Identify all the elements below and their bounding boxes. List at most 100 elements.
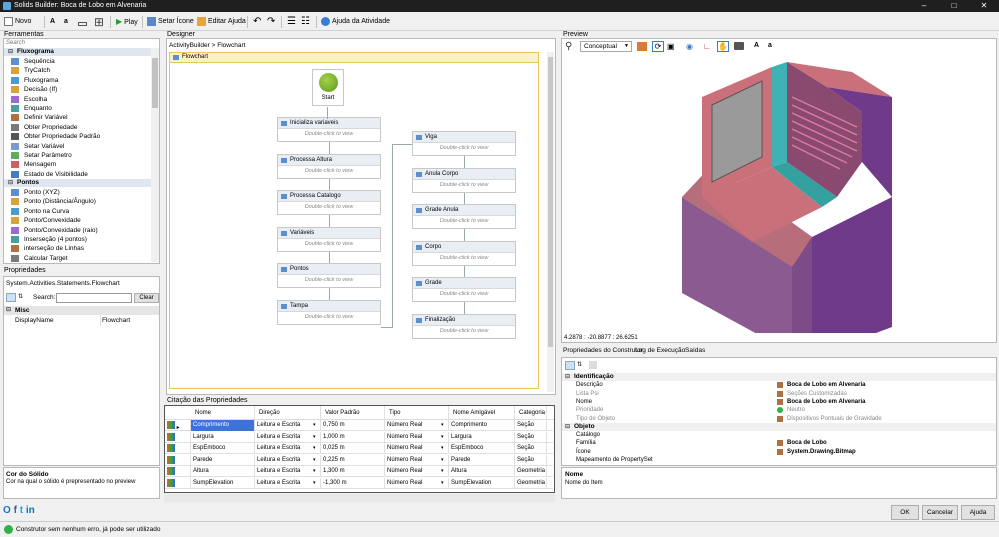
table-row[interactable]: EspEmboco Leitura e Escrita ▾ 0,025 m Número… [165,443,553,455]
table-cell[interactable]: Seção [515,431,547,443]
visual-style-select[interactable]: Conceptual ▼ [580,41,632,52]
ajuda-atividade-button[interactable]: Ajuda da Atividade [321,15,390,29]
breadcrumb-activitybuilder[interactable]: ActivityBuilder [169,42,210,49]
view-cube-icon[interactable]: ▣ [667,42,675,51]
dropdown-arrow-icon[interactable]: ▾ [313,466,316,477]
table-cell[interactable]: Leitura e Escrita [255,431,321,443]
zoom-icon[interactable]: ⚲ [565,41,572,52]
table-row[interactable]: ▸ Comprimento Leitura e Escrita ▾ 0,750 m Núm… [165,420,553,431]
property-row[interactable]: Nome Boca de Lobo em Alvenaria [562,398,996,406]
table-cell[interactable]: Número Real [385,431,449,443]
flowchart-activity[interactable]: Tampa Double-click to view [277,299,381,325]
grid-horizontal-scrollbar[interactable] [164,494,555,502]
toolbox-item[interactable]: Ponto/Convexidade [11,216,81,225]
start-node[interactable]: Start [312,69,344,106]
novo-button[interactable]: Novo [4,15,31,29]
property-pages-icon[interactable] [589,361,597,369]
property-category[interactable]: ⊟ Identificação [562,373,996,381]
designer-scrollbar[interactable] [547,52,554,392]
maximize-icon[interactable]: □ [939,0,969,12]
table-cell[interactable]: Comprimento [191,420,255,431]
toolbox-item[interactable]: Mensagem [11,160,56,169]
flowchart-activity[interactable]: Viga Double-click to view [412,131,516,156]
flowchart-canvas[interactable]: Flowchart Start Inicializa variaveis Doub… [169,52,539,389]
undo-icon[interactable]: ↶ [253,15,261,29]
pan-hand-icon[interactable]: ✋ [717,41,729,52]
column-header[interactable]: Valor Padrão [321,406,385,420]
linkedin-icon[interactable]: in [26,505,35,516]
orkut-icon[interactable]: O [3,505,11,516]
column-header[interactable]: Tipo [385,406,449,420]
setar-icone-button[interactable]: Setar Ícone [147,15,194,29]
cancelar-button[interactable]: Cancelar [922,505,958,520]
table-row[interactable]: Parede Leitura e Escrita ▾ 0,225 m Número Re… [165,454,553,466]
toolbox-item[interactable]: Setar Parâmetro [11,151,72,160]
font-small-button[interactable]: a [64,15,68,29]
toolbox-item[interactable]: interseção de Linhas [11,244,84,253]
table-cell[interactable]: Largura [191,431,255,443]
property-row[interactable]: Descrição Boca de Lobo em Alvenaria [562,381,996,389]
table-cell[interactable]: Leitura e Escrita [255,454,321,466]
close-icon[interactable]: ✕ [969,0,999,12]
toolbox-item[interactable]: Estado de Visibilidade [11,170,88,179]
property-row[interactable]: Tipo de Objeto Dispositivos Pontuais de G… [562,415,996,423]
displayname-value[interactable]: Flowchart [102,317,130,324]
table-cell[interactable]: Número Real [385,443,449,455]
dropdown-arrow-icon[interactable]: ▾ [441,466,444,477]
flowchart-activity[interactable]: Pontos Double-click to view [277,263,381,288]
toolbox-item[interactable]: Inserseção (4 pontos) [11,235,87,244]
minimize-icon[interactable]: – [909,0,939,12]
property-category[interactable]: ⊟ Objeto [562,422,996,431]
font-bold-button[interactable]: A [754,42,759,49]
collapse-icon[interactable] [78,15,89,29]
column-header[interactable]: Direção [255,406,321,420]
table-cell[interactable]: EspEmboco [449,443,515,455]
toolbox-item[interactable]: TryCatch [11,66,50,75]
paint-icon[interactable] [637,42,647,51]
table-cell[interactable]: Número Real [385,478,449,489]
toolbox-item[interactable]: Calcular Target [11,254,68,263]
flowchart-activity[interactable]: Grade Anula Double-click to view [412,204,516,229]
property-search-input[interactable] [56,293,132,303]
table-cell[interactable]: Número Real [385,466,449,478]
table-cell[interactable]: Número Real [385,420,449,431]
table-cell[interactable]: Parede [449,454,515,466]
toolbox-item[interactable]: Escolha [11,95,47,104]
font-small-button[interactable]: a [768,42,772,49]
property-row[interactable]: Prioridade Neutro [562,406,996,414]
dropdown-arrow-icon[interactable]: ▾ [313,420,316,431]
toolbox-item[interactable]: Definir Variável [11,113,68,122]
table-cell[interactable]: Número Real [385,454,449,466]
flowchart-activity[interactable]: Processa Altura Double-click to view [277,153,381,179]
table-cell[interactable]: 0,025 m [321,443,385,455]
scrollbar-thumb[interactable] [152,58,158,108]
column-header[interactable]: Nome [191,406,255,420]
toolbox-item[interactable]: Setar Variável [11,142,64,151]
table-cell[interactable]: 0,750 m [321,420,385,431]
toolbox-item[interactable]: Decisão (If) [11,85,57,94]
twitter-icon[interactable]: t [20,505,23,516]
toolbox-item[interactable]: Enquanto [11,104,52,113]
table-cell[interactable]: Largura [449,431,515,443]
property-row[interactable]: Lista Psi Seções Customizadas [562,390,996,398]
flowchart-activity[interactable]: Grade Double-click to view [412,277,516,302]
toolbox-item[interactable]: Fluxograma [11,76,58,85]
dropdown-arrow-icon[interactable]: ▾ [441,455,444,466]
variables-icon[interactable]: ☷ [301,15,310,29]
screenshot-icon[interactable] [734,42,744,50]
orbit-icon[interactable]: ⟳ [652,41,664,52]
toolbox-item[interactable]: Ponto (XYZ) [11,188,60,197]
font-bold-button[interactable]: A [50,15,55,29]
table-cell[interactable]: 0,225 m [321,454,385,466]
dropdown-arrow-icon[interactable]: ▾ [313,443,316,454]
toolbox-item[interactable]: Sequência [11,57,55,66]
redo-icon[interactable]: ↷ [267,15,275,29]
flowchart-activity[interactable]: Processa Catalogo Double-click to view [277,190,381,215]
flowchart-activity[interactable]: Inicializa variaveis Double-click to view [277,117,381,142]
ok-button[interactable]: OK [891,505,919,520]
toolbox-item[interactable]: Ponto (Distância/Ângulo) [11,197,96,206]
table-cell[interactable]: Altura [191,466,255,478]
clear-button[interactable]: Clear [134,293,159,303]
table-cell[interactable]: Altura [449,466,515,478]
dropdown-arrow-icon[interactable]: ▾ [313,478,316,489]
